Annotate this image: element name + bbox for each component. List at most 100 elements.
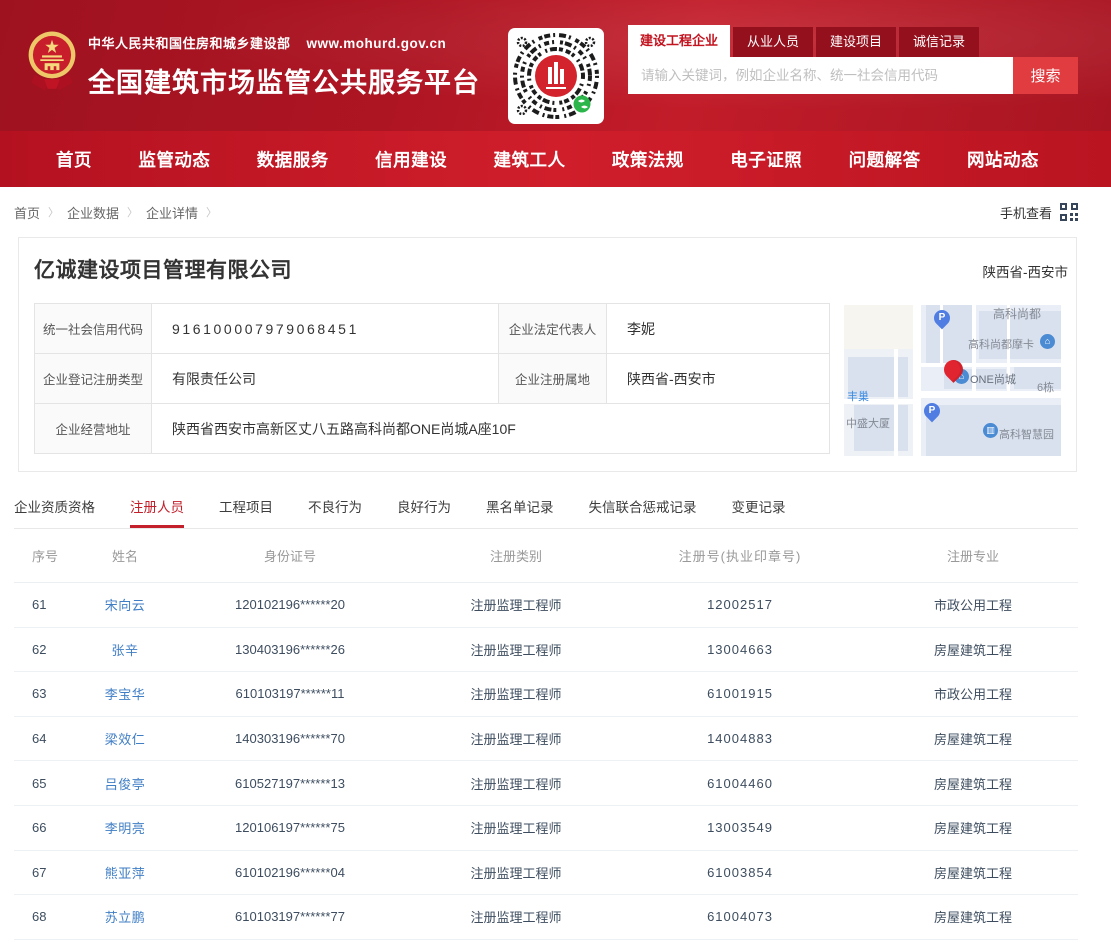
row-cell: 注册监理工程师 (420, 907, 612, 926)
person-name-link[interactable]: 李宝华 (90, 684, 160, 703)
breadcrumb-separator: 〉 (206, 204, 217, 220)
search-button[interactable]: 搜索 (1013, 57, 1078, 94)
row-cell: 12002517 (612, 597, 868, 612)
field-value: 916100007979068451 (152, 304, 499, 354)
breadcrumb-separator: 〉 (127, 204, 138, 220)
table-row: 64梁效仁140303196******70注册监理工程师14004883房屋建… (14, 717, 1078, 762)
row-cell: 61001915 (612, 686, 868, 701)
person-name-link[interactable]: 熊亚萍 (90, 863, 160, 882)
field-value: 有限责任公司 (152, 354, 499, 404)
map-label: ONE尚城 (970, 371, 1016, 387)
column-header-注册号(执业印章号): 注册号(执业印章号) (612, 546, 868, 565)
search-tab-建设项目[interactable]: 建设项目 (816, 27, 896, 57)
table-row: 68苏立鹏610103197******77注册监理工程师61004073房屋建… (14, 895, 1078, 940)
map-label: 丰巢 (847, 388, 869, 404)
tab-黑名单记录[interactable]: 黑名单记录 (486, 490, 554, 528)
row-cell: 房屋建筑工程 (868, 774, 1078, 793)
row-cell: 62 (14, 642, 90, 657)
column-header-注册专业: 注册专业 (868, 546, 1078, 565)
row-cell: 120102196******20 (160, 597, 420, 612)
row-cell: 房屋建筑工程 (868, 907, 1078, 926)
search-input[interactable] (628, 57, 1013, 94)
breadcrumb: 首页〉企业数据〉企业详情〉 (14, 203, 1000, 222)
row-cell: 市政公用工程 (868, 595, 1078, 614)
company-card: 亿诚建设项目管理有限公司 陕西省-西安市 统一社会信用代码 9161000079… (18, 237, 1077, 472)
field-value: 陕西省-西安市 (607, 354, 830, 404)
breadcrumb-item-企业数据[interactable]: 企业数据 (67, 203, 119, 222)
row-cell: 注册监理工程师 (420, 595, 612, 614)
person-name-link[interactable]: 吕俊亭 (90, 774, 160, 793)
row-cell: 64 (14, 731, 90, 746)
row-cell: 610103197******11 (160, 686, 420, 701)
nav-item-政策法规[interactable]: 政策法规 (612, 147, 684, 172)
table-row: 66李明亮120106197******75注册监理工程师13003549房屋建… (14, 806, 1078, 851)
ministry-name: 中华人民共和国住房和城乡建设部 (88, 36, 291, 51)
row-cell: 14004883 (612, 731, 868, 746)
table-row: 67熊亚萍610102196******04注册监理工程师61003854房屋建… (14, 851, 1078, 896)
qr-code (508, 28, 604, 124)
person-name-link[interactable]: 李明亮 (90, 818, 160, 837)
field-label: 统一社会信用代码 (35, 304, 152, 354)
field-value: 陕西省西安市高新区丈八五路高科尚都ONE尚城A座10F (152, 404, 830, 454)
row-cell: 13004663 (612, 642, 868, 657)
row-cell: 注册监理工程师 (420, 818, 612, 837)
person-name-link[interactable]: 苏立鹏 (90, 907, 160, 926)
row-cell: 610527197******13 (160, 776, 420, 791)
tab-不良行为[interactable]: 不良行为 (308, 490, 362, 528)
person-name-link[interactable]: 梁效仁 (90, 729, 160, 748)
breadcrumb-bar: 首页〉企业数据〉企业详情〉 手机查看 (0, 187, 1111, 237)
tab-良好行为[interactable]: 良好行为 (397, 490, 451, 528)
nav-item-建筑工人[interactable]: 建筑工人 (494, 147, 566, 172)
nav-item-网站动态[interactable]: 网站动态 (967, 147, 1039, 172)
map-poi-icon: ⌂ (1040, 334, 1055, 349)
row-cell: 注册监理工程师 (420, 863, 612, 882)
field-label: 企业登记注册类型 (35, 354, 152, 404)
parking-icon (921, 400, 944, 423)
person-name-link[interactable]: 张辛 (90, 640, 160, 659)
map-thumbnail[interactable]: 高科尚都 高科尚都摩卡 ⌂ ONE尚城 ⌂ 6栋 丰巢 中盛大厦 高科智慧园 ▥ (844, 305, 1061, 456)
search-tabs: 建设工程企业从业人员建设项目诚信记录 (628, 25, 1078, 57)
row-cell: 140303196******70 (160, 731, 420, 746)
nav-item-问题解答[interactable]: 问题解答 (849, 147, 921, 172)
row-cell: 房屋建筑工程 (868, 818, 1078, 837)
row-cell: 65 (14, 776, 90, 791)
qr-mini-icon[interactable] (1060, 203, 1078, 221)
row-cell: 610103197******77 (160, 909, 420, 924)
search-tab-从业人员[interactable]: 从业人员 (733, 27, 813, 57)
table-row: 63李宝华610103197******11注册监理工程师61001915市政公… (14, 672, 1078, 717)
row-cell: 房屋建筑工程 (868, 729, 1078, 748)
mobile-view-label[interactable]: 手机查看 (1000, 203, 1052, 222)
field-label: 企业法定代表人 (499, 304, 607, 354)
table-row: 62张辛130403196******26注册监理工程师13004663房屋建筑… (14, 628, 1078, 673)
breadcrumb-item-首页[interactable]: 首页 (14, 203, 40, 222)
row-cell: 注册监理工程师 (420, 729, 612, 748)
nav-item-首页[interactable]: 首页 (56, 147, 92, 172)
nav-item-数据服务[interactable]: 数据服务 (257, 147, 329, 172)
row-cell: 13003549 (612, 820, 868, 835)
column-header-序号: 序号 (14, 546, 90, 565)
row-cell: 市政公用工程 (868, 684, 1078, 703)
site-header: 中华人民共和国住房和城乡建设部www.mohurd.gov.cn 全国建筑市场监… (0, 0, 1111, 131)
search-tab-建设工程企业[interactable]: 建设工程企业 (628, 25, 730, 57)
tab-工程项目[interactable]: 工程项目 (219, 490, 273, 528)
tab-企业资质资格[interactable]: 企业资质资格 (14, 490, 95, 528)
main-nav: 首页 监管动态 数据服务 信用建设 建筑工人 政策法规 电子证照 问题解答 网站动态 (0, 131, 1111, 187)
breadcrumb-item-企业详情[interactable]: 企业详情 (146, 203, 198, 222)
row-cell: 注册监理工程师 (420, 640, 612, 659)
map-label: 高科尚都摩卡 (968, 336, 1034, 352)
row-cell: 66 (14, 820, 90, 835)
nav-item-电子证照[interactable]: 电子证照 (730, 147, 802, 172)
company-info-table: 统一社会信用代码 916100007979068451 企业法定代表人 李妮 企… (34, 303, 830, 454)
person-name-link[interactable]: 宋向云 (90, 595, 160, 614)
search-tab-诚信记录[interactable]: 诚信记录 (899, 27, 979, 57)
nav-item-信用建设[interactable]: 信用建设 (375, 147, 447, 172)
table-header: 序号姓名身份证号注册类别注册号(执业印章号)注册专业 (14, 529, 1078, 583)
tab-变更记录[interactable]: 变更记录 (732, 490, 786, 528)
row-cell: 130403196******26 (160, 642, 420, 657)
tab-失信联合惩戒记录[interactable]: 失信联合惩戒记录 (589, 490, 697, 528)
tab-注册人员[interactable]: 注册人员 (130, 490, 184, 528)
national-emblem-logo (26, 28, 78, 94)
row-cell: 68 (14, 909, 90, 924)
company-name: 亿诚建设项目管理有限公司 (34, 254, 292, 284)
nav-item-监管动态[interactable]: 监管动态 (138, 147, 210, 172)
